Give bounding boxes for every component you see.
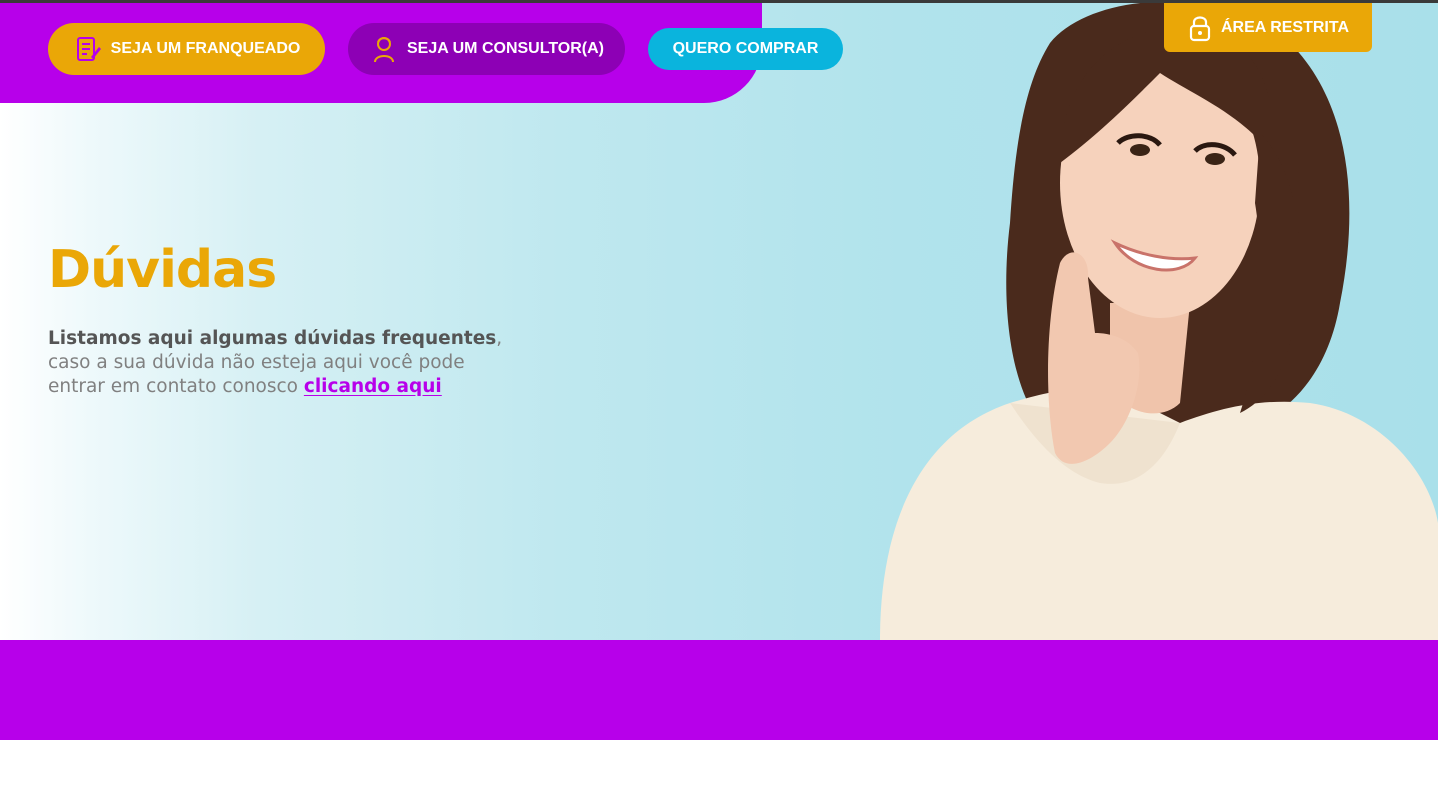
buy-button[interactable]: QUERO COMPRAR <box>648 28 843 70</box>
description-strong: Listamos aqui algumas dúvidas frequentes <box>48 328 497 349</box>
franchisee-button[interactable]: SEJA UM FRANQUEADO <box>48 23 325 75</box>
page-title: Dúvidas <box>48 240 277 300</box>
consultant-person-icon <box>369 34 399 64</box>
content-area <box>0 740 1438 799</box>
padlock-icon <box>1187 13 1213 43</box>
restricted-area-button[interactable]: ÁREA RESTRITA <box>1164 3 1372 52</box>
restricted-area-label: ÁREA RESTRITA <box>1221 18 1349 36</box>
consultant-button[interactable]: SEJA UM CONSULTOR(A) <box>348 23 625 75</box>
description-comma: , <box>496 328 503 349</box>
hero-woman-image <box>880 3 1438 640</box>
buy-button-label: QUERO COMPRAR <box>672 40 819 57</box>
contact-link[interactable]: clicando aqui <box>304 376 442 397</box>
consultant-button-label: SEJA UM CONSULTOR(A) <box>406 40 605 57</box>
top-border <box>0 0 1438 3</box>
page: SEJA UM FRANQUEADO SEJA UM CONSULTOR(A) … <box>0 0 1438 799</box>
form-edit-icon <box>73 34 103 64</box>
franchisee-button-label: SEJA UM FRANQUEADO <box>110 40 301 57</box>
hero-description: Listamos aqui algumas dúvidas frequentes… <box>48 327 518 399</box>
purple-band <box>0 640 1438 740</box>
